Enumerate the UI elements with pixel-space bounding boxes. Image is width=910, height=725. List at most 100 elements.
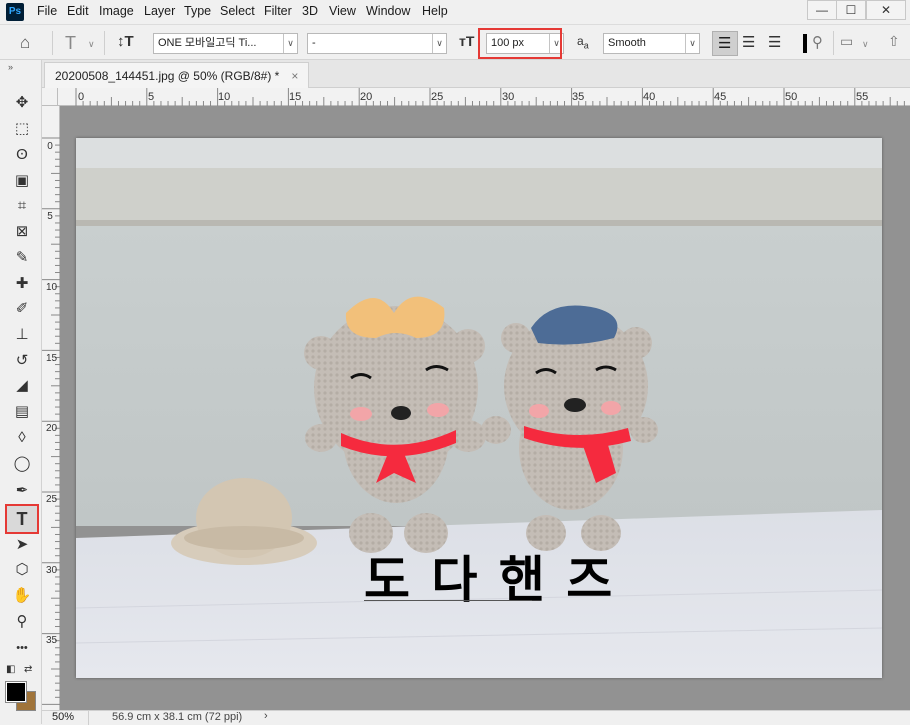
brush-tool-icon[interactable]: ✐ <box>10 298 34 320</box>
ruler-label: 55 <box>856 91 869 103</box>
font-family-value: ONE 모바일고딕 Ti... <box>158 37 257 49</box>
ruler-label: 20 <box>360 91 373 103</box>
chevron-down-icon[interactable]: ∨ <box>283 34 297 53</box>
ruler-label: 15 <box>289 91 302 103</box>
text-layer[interactable]: 도 다 핸 즈 <box>364 550 614 610</box>
default-colors-icon[interactable]: ◧ <box>6 664 15 675</box>
text-color-swatch[interactable] <box>803 34 807 53</box>
ruler-label: 0 <box>78 91 85 103</box>
ruler-label: 20 <box>46 423 58 434</box>
antialias-value: Smooth <box>608 37 646 49</box>
menu-image[interactable]: Image <box>99 4 134 18</box>
document-tab-bar: 20200508_144451.jpg @ 50% (RGB/8#) * × <box>42 60 910 88</box>
ruler-label: 25 <box>431 91 444 103</box>
document-tab-title: 20200508_144451.jpg @ 50% (RGB/8#) * <box>55 69 280 83</box>
search-icon[interactable]: ⚲ <box>812 33 823 51</box>
chevron-down-icon[interactable]: ∨ <box>88 39 95 50</box>
antialias-icon: aa <box>577 34 589 51</box>
align-right-icon[interactable]: ☰ <box>768 33 781 51</box>
status-menu-arrow-icon[interactable]: › <box>264 710 268 722</box>
shape-tool-icon[interactable]: ⬡ <box>10 559 34 581</box>
home-icon[interactable]: ⌂ <box>20 33 30 53</box>
antialias-select[interactable]: Smooth ∨ <box>603 33 700 54</box>
minimize-button[interactable]: — <box>807 0 837 20</box>
frame-tool-icon[interactable]: ⊠ <box>10 221 34 243</box>
document-canvas[interactable]: 도 다 핸 즈 <box>76 138 882 678</box>
ruler-label: 25 <box>46 494 58 505</box>
menu-filter[interactable]: Filter <box>264 4 292 18</box>
menu-bar: Ps File Edit Image Layer Type Select Fil… <box>0 0 910 24</box>
menu-type[interactable]: Type <box>184 4 211 18</box>
maximize-button[interactable]: ☐ <box>836 0 866 20</box>
vertical-ruler[interactable]: 0 5 10 15 20 25 30 35 <box>42 106 60 710</box>
font-style-select[interactable]: - ∨ <box>307 33 447 54</box>
document-tab[interactable]: 20200508_144451.jpg @ 50% (RGB/8#) * × <box>44 62 310 88</box>
history-brush-tool-icon[interactable]: ↺ <box>10 350 34 372</box>
ruler-label: 35 <box>572 91 585 103</box>
align-center-icon[interactable]: ☰ <box>742 33 755 51</box>
type-tool-preset-icon[interactable]: T <box>65 33 76 54</box>
ruler-label: 35 <box>46 635 58 646</box>
divider <box>104 31 105 55</box>
lasso-tool-icon[interactable]: ʘ <box>10 144 34 166</box>
font-size-icon: ᴛT <box>459 33 475 49</box>
photoshop-logo-icon: Ps <box>6 3 24 21</box>
marquee-tool-icon[interactable]: ⬚ <box>10 118 34 140</box>
eraser-tool-icon[interactable]: ◢ <box>10 375 34 397</box>
horizontal-ruler[interactable]: 0 5 10 15 20 25 30 35 40 45 50 55 <box>58 88 910 106</box>
vertical-ruler-ticks <box>42 137 60 705</box>
clone-stamp-tool-icon[interactable]: ⊥ <box>10 324 34 346</box>
close-window-button[interactable]: ✕ <box>866 0 906 20</box>
path-selection-tool-icon[interactable]: ➤ <box>10 534 34 556</box>
status-bar: 50% 56.9 cm x 38.1 cm (72 ppi) › <box>42 710 910 725</box>
zoom-level[interactable]: 50% <box>52 711 74 723</box>
menu-3d[interactable]: 3D <box>302 4 318 18</box>
move-tool-icon[interactable]: ✥ <box>10 92 34 114</box>
gradient-tool-icon[interactable]: ▤ <box>10 401 34 423</box>
crop-tool-icon[interactable]: ⌗ <box>10 195 34 217</box>
align-left-icon: ☰ <box>718 35 732 52</box>
eyedropper-tool-icon[interactable]: ✎ <box>10 247 34 269</box>
panels-icon[interactable]: ▭ <box>840 33 853 50</box>
ruler-label: 40 <box>643 91 656 103</box>
hand-tool-icon[interactable]: ✋ <box>10 585 34 607</box>
ruler-label: 0 <box>47 141 53 152</box>
more-tools-icon[interactable]: ••• <box>10 637 34 659</box>
pen-tool-icon[interactable]: ✒ <box>10 480 34 502</box>
share-icon[interactable]: ⇧ <box>888 33 900 50</box>
chevron-down-icon[interactable]: ∨ <box>862 39 869 50</box>
ruler-label: 5 <box>47 211 53 222</box>
menu-view[interactable]: View <box>329 4 356 18</box>
collapse-panel-icon[interactable]: » <box>8 62 13 72</box>
menu-select[interactable]: Select <box>220 4 255 18</box>
swap-colors-icon[interactable]: ⇄ <box>24 664 32 675</box>
ruler-origin[interactable] <box>42 88 58 106</box>
foreground-color-swatch[interactable] <box>5 681 27 703</box>
object-select-tool-icon[interactable]: ▣ <box>10 170 34 192</box>
blur-tool-icon[interactable]: ◊ <box>10 427 34 449</box>
type-tool-icon[interactable]: T <box>5 504 39 534</box>
menu-file[interactable]: File <box>37 4 57 18</box>
menu-window[interactable]: Window <box>366 4 410 18</box>
divider <box>88 711 89 725</box>
divider <box>833 31 834 55</box>
text-orientation-icon[interactable]: ↕T <box>117 33 134 50</box>
healing-brush-tool-icon[interactable]: ✚ <box>10 273 34 295</box>
chevron-down-icon[interactable]: ∨ <box>685 34 699 53</box>
font-style-value: - <box>312 37 316 49</box>
options-bar: ⌂ T ∨ ↕T ONE 모바일고딕 Ti... ∨ - ∨ ᴛT 100 px… <box>0 24 910 60</box>
align-left-button[interactable]: ☰ <box>712 31 738 56</box>
dodge-tool-icon[interactable]: ◯ <box>10 453 34 475</box>
menu-help[interactable]: Help <box>422 4 448 18</box>
font-family-select[interactable]: ONE 모바일고딕 Ti... ∨ <box>153 33 298 54</box>
document-info: 56.9 cm x 38.1 cm (72 ppi) <box>112 711 243 723</box>
ruler-label: 10 <box>46 282 58 293</box>
chevron-down-icon[interactable]: ∨ <box>432 34 446 53</box>
font-size-highlight <box>478 28 562 59</box>
close-tab-icon[interactable]: × <box>291 69 298 83</box>
ruler-label: 10 <box>218 91 231 103</box>
zoom-tool-icon[interactable]: ⚲ <box>10 611 34 633</box>
divider <box>52 31 53 55</box>
menu-layer[interactable]: Layer <box>144 4 175 18</box>
menu-edit[interactable]: Edit <box>67 4 89 18</box>
